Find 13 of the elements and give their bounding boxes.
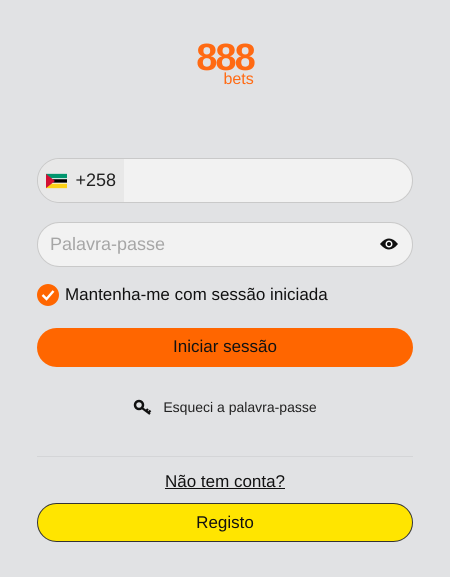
logo-text: bets xyxy=(223,72,254,88)
phone-field[interactable]: +258 xyxy=(37,158,413,203)
checkbox[interactable] xyxy=(37,284,59,306)
check-icon xyxy=(41,288,55,301)
eye-icon[interactable] xyxy=(379,237,399,251)
password-field[interactable]: Palavra-passe xyxy=(37,222,413,267)
flag-icon xyxy=(46,172,68,188)
register-button[interactable]: Registo xyxy=(37,503,413,542)
remember-label: Mantenha-me com sessão iniciada xyxy=(65,284,328,306)
signup-link[interactable]: Não tem conta? xyxy=(164,468,285,494)
login-button[interactable]: Iniciar sessão xyxy=(37,328,413,366)
key-icon xyxy=(133,399,154,415)
forgot-password-link[interactable]: Esqueci a palavra-passe xyxy=(163,396,317,418)
